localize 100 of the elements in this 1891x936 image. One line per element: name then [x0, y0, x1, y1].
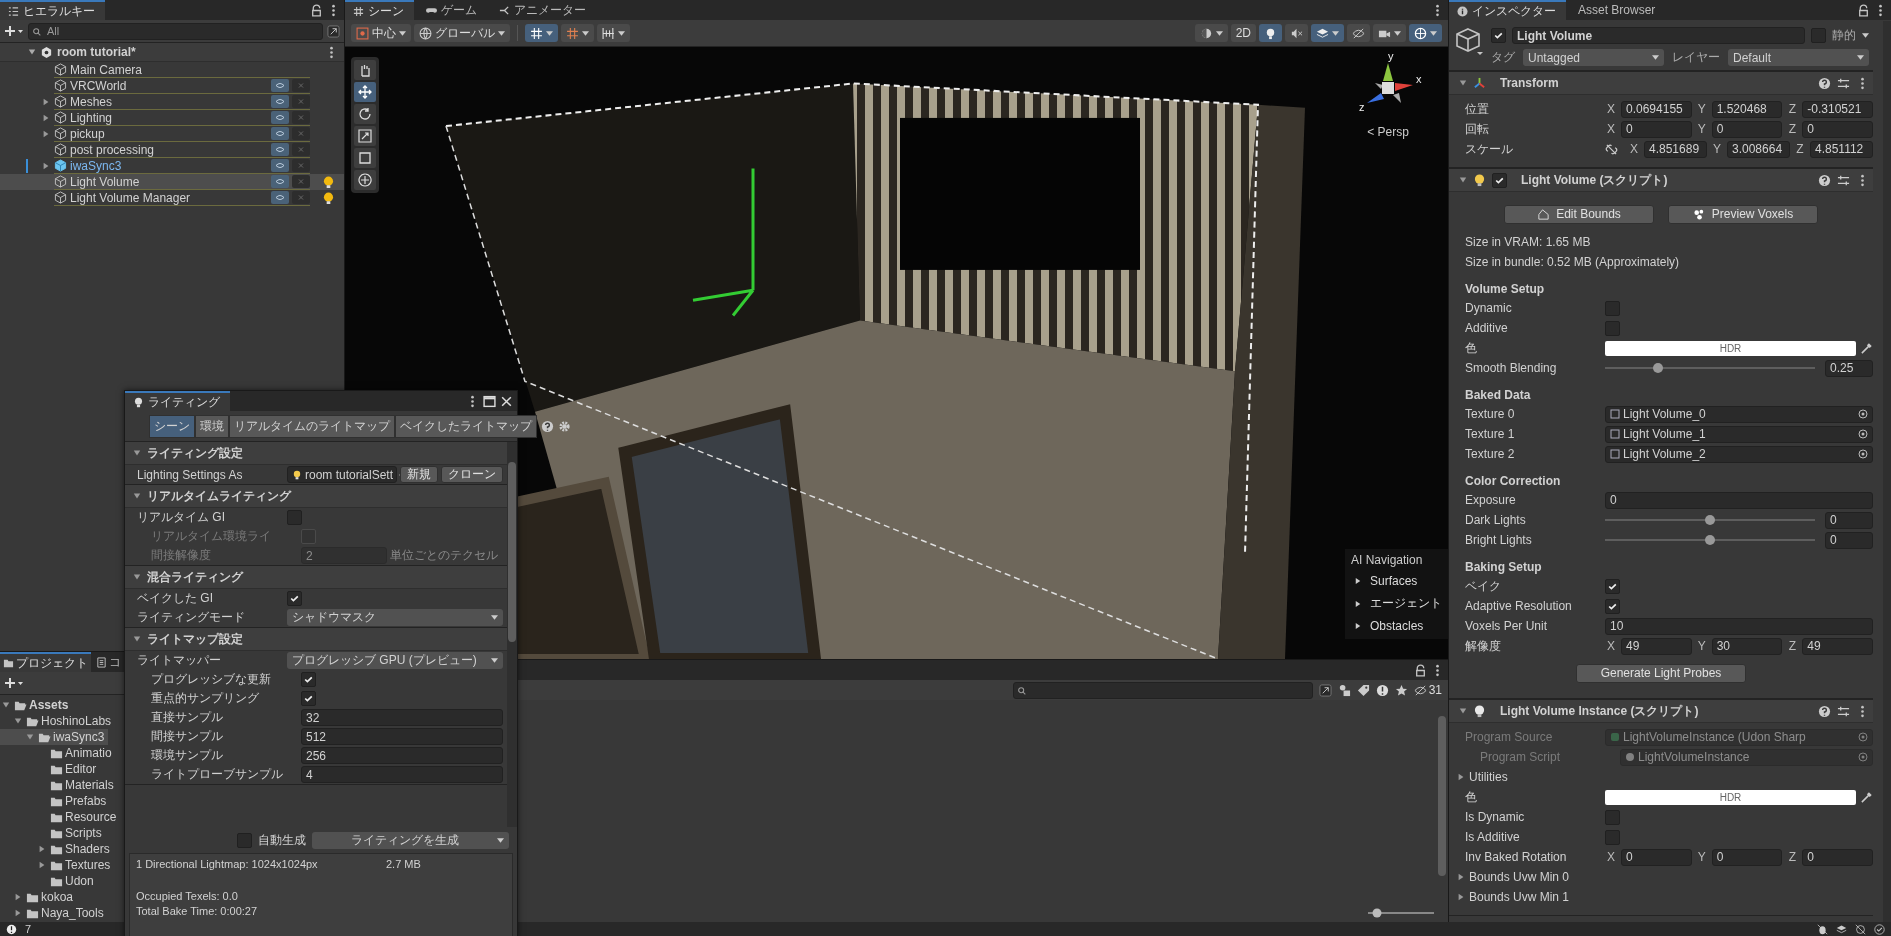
number-field[interactable]: 10 [1605, 617, 1873, 635]
hidden-count-button[interactable]: 31 [1413, 683, 1442, 697]
mode-2d-button[interactable]: 2D [1230, 24, 1256, 42]
number-field[interactable]: 256 [301, 747, 503, 764]
maximize-icon[interactable] [483, 394, 496, 408]
folder-row[interactable]: Editor [0, 761, 101, 777]
dropdown[interactable]: シャドウマスク [287, 609, 503, 626]
align-button[interactable] [597, 24, 630, 42]
checkbox[interactable] [1605, 598, 1620, 614]
close-icon[interactable] [500, 394, 513, 408]
number-field[interactable]: 0.25 [1825, 359, 1873, 377]
expand-arrow-icon[interactable] [2, 701, 10, 709]
expand-arrow-icon[interactable] [14, 909, 22, 917]
pickable-toggle[interactable] [292, 111, 310, 124]
object-name-field[interactable]: Light Volume [1512, 27, 1805, 44]
scene-lighting-button[interactable] [1259, 24, 1282, 42]
eyedropper-icon[interactable] [1860, 341, 1873, 355]
help-icon[interactable] [1818, 173, 1831, 187]
number-field[interactable]: 0 [1802, 848, 1873, 866]
lock-icon[interactable] [1857, 3, 1870, 17]
visibility-toggle[interactable] [271, 143, 289, 156]
expand-arrow-icon[interactable] [1457, 873, 1465, 881]
rect-tool-button[interactable] [354, 148, 376, 168]
auto-generate-checkbox[interactable] [237, 832, 252, 848]
scrollbar[interactable] [507, 442, 517, 827]
slider-thumb[interactable] [1372, 908, 1382, 918]
help-icon[interactable] [541, 419, 554, 433]
grid-snap-button[interactable] [525, 24, 558, 42]
folder-row[interactable]: Prefabs [0, 793, 111, 809]
transform-tool-button[interactable] [354, 170, 376, 190]
rotate-tool-button[interactable] [354, 104, 376, 124]
lighting-tab[interactable]: リアルタイムのライトマップ [229, 414, 395, 438]
overlay-item[interactable]: Obstacles [1351, 619, 1442, 633]
add-dropdown-icon[interactable] [4, 677, 24, 689]
number-field[interactable]: 49 [1621, 637, 1692, 655]
tag-dropdown[interactable]: Untagged [1523, 49, 1664, 66]
slider-thumb[interactable] [1705, 535, 1715, 545]
info-icon[interactable] [6, 923, 17, 935]
scene-header-row[interactable]: room tutorial* [0, 43, 344, 62]
warning-icon[interactable] [1375, 683, 1389, 697]
check-circle-icon[interactable] [1874, 923, 1885, 935]
increment-snap-button[interactable] [561, 24, 594, 42]
number-field[interactable]: 49 [1802, 637, 1873, 655]
pickable-toggle[interactable] [292, 79, 310, 92]
lighting-tab[interactable]: ベイクしたライトマップ [395, 414, 537, 438]
camera-button[interactable] [1373, 24, 1406, 42]
slider-thumb[interactable] [1652, 363, 1663, 373]
static-checkbox[interactable] [1811, 28, 1826, 43]
pickable-toggle[interactable] [292, 191, 310, 204]
section-header[interactable]: ライティング設定 [125, 442, 507, 465]
foldout-row[interactable]: Bounds Uvw Min 1 [1449, 887, 1873, 907]
foldout-row[interactable]: Bounds Uvw Min 0 [1449, 867, 1873, 887]
number-field[interactable]: 0 [1825, 531, 1873, 549]
section-header[interactable]: 混合ライティング [125, 566, 507, 589]
folder-row[interactable]: Assets [0, 697, 73, 713]
number-field[interactable]: 30 [1711, 637, 1783, 655]
move-tool-button[interactable] [354, 82, 376, 102]
checkbox[interactable] [287, 591, 302, 606]
zoom-slider[interactable] [1366, 908, 1436, 918]
gizmos-button[interactable] [1409, 24, 1442, 42]
lock-icon[interactable] [1414, 663, 1427, 677]
object-field[interactable]: Light Volume_2 [1605, 445, 1873, 463]
number-field[interactable]: -0.310521 [1802, 100, 1873, 118]
settings-icon[interactable] [558, 419, 571, 433]
folder-row[interactable]: Naya_Tools [0, 905, 108, 921]
number-field[interactable]: 0 [1605, 491, 1873, 509]
shading-mode-button[interactable] [1194, 24, 1228, 42]
presets-icon[interactable] [1837, 173, 1850, 187]
edit-bounds-button[interactable]: Edit Bounds [1504, 204, 1654, 224]
axis-cones-drawing[interactable] [1367, 63, 1413, 103]
caret-icon[interactable] [1862, 33, 1869, 38]
expand-arrow-icon[interactable] [133, 492, 141, 500]
panel-tab[interactable]: インスペクター [1449, 0, 1566, 20]
hierarchy-row[interactable]: Meshes [0, 94, 344, 110]
expand-arrow-icon[interactable] [1459, 707, 1467, 715]
foldout-row[interactable]: Utilities [1449, 767, 1873, 787]
checkbox[interactable] [1605, 578, 1620, 594]
overlay-item[interactable]: エージェント [1351, 595, 1442, 612]
visibility-toggle[interactable] [271, 95, 289, 108]
object-field[interactable]: room tutorialSett [287, 466, 397, 483]
pivot-dropdown[interactable]: 中心 [351, 24, 411, 42]
number-field[interactable]: 4.851112 [1810, 140, 1873, 158]
visibility-toggle[interactable] [271, 79, 289, 92]
expand-arrow-icon[interactable] [38, 861, 46, 869]
presets-icon[interactable] [1837, 704, 1850, 718]
expand-arrow-icon[interactable] [133, 573, 141, 581]
pickable-toggle[interactable] [292, 175, 310, 188]
expand-arrow-icon[interactable] [1459, 176, 1467, 184]
section-header[interactable]: ライトマップ設定 [125, 628, 507, 651]
active-checkbox[interactable] [1491, 28, 1506, 43]
audio-button[interactable] [1285, 24, 1308, 42]
visibility-toggle[interactable] [271, 111, 289, 124]
folder-row[interactable]: Shaders [0, 841, 114, 857]
expand-arrow-icon[interactable] [42, 162, 50, 170]
panel-tab[interactable]: プロジェクト [0, 652, 91, 672]
visibility-button[interactable] [1347, 24, 1370, 42]
checkbox[interactable] [1605, 809, 1620, 825]
scale-tool-button[interactable] [354, 126, 376, 146]
eyedropper-icon[interactable] [1860, 790, 1873, 804]
search-field[interactable]: All [28, 22, 323, 40]
